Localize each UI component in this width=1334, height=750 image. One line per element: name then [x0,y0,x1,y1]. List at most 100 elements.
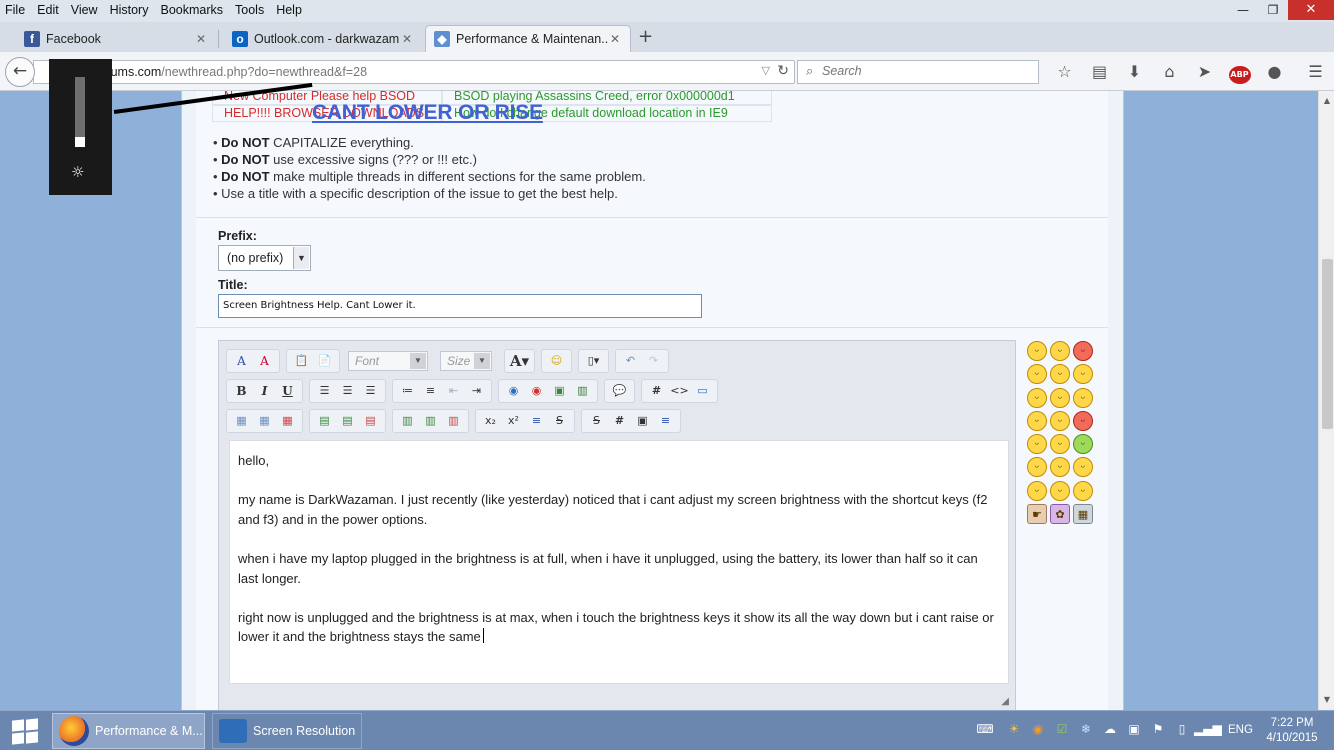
smilie-icon[interactable]: ᵕ [1027,457,1047,478]
smilie-icon[interactable]: ᵕ [1050,410,1070,431]
clock[interactable]: 7:22 PM 4/10/2015 [1262,716,1322,746]
strikethrough-icon[interactable]: S [548,411,571,431]
attachment-icon[interactable]: ▯▾ [582,351,605,371]
restore-button[interactable]: ❐ [1258,0,1288,20]
taskbar-item-screen-resolution[interactable]: Screen Resolution [212,713,362,749]
delete-table-icon[interactable]: ▦ [276,411,299,431]
thumbs-icon[interactable]: ☛ [1027,504,1047,525]
new-tab-button[interactable]: + [638,26,653,47]
weather-icon[interactable]: ☀ [1002,719,1026,739]
align-center-icon[interactable]: ☰ [336,381,359,401]
smilie-icon[interactable]: ᵕ [1027,364,1047,385]
superscript-icon[interactable]: x² [502,411,525,431]
text-color-icon[interactable]: A [253,351,276,371]
scroll-down-icon[interactable]: ▼ [1319,692,1334,708]
url-bar[interactable]: forums.com/newthread.php?do=newthread&f=… [33,60,795,84]
resize-handle-icon[interactable]: ◢ [1001,696,1009,707]
chat-icon[interactable]: ● [1257,61,1292,84]
italic-icon[interactable]: I [253,381,276,401]
align-left-icon[interactable]: ☰ [313,381,336,401]
close-tab-icon[interactable]: ✕ [194,32,208,46]
scroll-up-icon[interactable]: ▲ [1319,93,1334,109]
language-indicator[interactable]: ENG [1228,724,1253,736]
horizontal-rule-icon[interactable]: ≡ [525,411,548,431]
undo-icon[interactable]: ↶ [619,351,642,371]
smilie-icon[interactable]: ✿ [1050,504,1070,525]
close-tab-icon[interactable]: ✕ [608,32,622,46]
smilie-icon[interactable]: ᵕ [1050,364,1070,385]
home-icon[interactable]: ⌂ [1152,61,1187,84]
smilie-icon[interactable]: ᵕ [1050,434,1070,455]
smilie-icon[interactable]: ᵕ [1073,480,1093,501]
table-props-icon[interactable]: ▦ [253,411,276,431]
menu-tools[interactable]: Tools [229,0,270,22]
unlink-icon[interactable]: ◉ [525,381,548,401]
indent-icon[interactable]: ⇥ [465,381,488,401]
smilie-icon[interactable]: ᵕ [1027,387,1047,408]
outdent-icon[interactable]: ⇤ [442,381,465,401]
align-right-icon[interactable]: ☰ [359,381,382,401]
smilie-icon[interactable]: ᵕ [1073,387,1093,408]
hamburger-menu-icon[interactable]: ☰ [1298,61,1333,84]
keyboard-icon[interactable]: ⌨ [968,719,1002,739]
history-dropdown-icon[interactable]: ▽ [762,64,770,77]
font-color-icon[interactable]: A▾ [508,351,531,371]
title-input[interactable]: Screen Brightness Help. Cant Lower it. [218,294,702,318]
tab-performance[interactable]: ◆ Performance & Maintenan... ✕ [425,25,631,52]
smilie-icon[interactable]: ᵕ [1050,341,1070,361]
close-window-button[interactable]: ✕ [1288,0,1334,20]
smilie-icon[interactable]: ᵕ [1027,341,1047,361]
minimize-button[interactable]: — [1228,0,1258,20]
menu-bookmarks[interactable]: Bookmarks [154,0,229,22]
php-icon[interactable]: ▭ [691,381,714,401]
subscript-icon[interactable]: x₂ [479,411,502,431]
hash-icon[interactable]: # [645,381,668,401]
code-icon[interactable]: <> [668,381,691,401]
tab-facebook[interactable]: f Facebook ✕ [4,25,216,52]
prefix-select[interactable]: (no prefix) ▼ [218,245,311,271]
insert-col-right-icon[interactable]: ▥ [419,411,442,431]
wifi-icon[interactable]: ▂▄▆ [1194,719,1222,739]
taskbar-item-firefox[interactable]: Performance & M... [52,713,205,749]
insert-row-above-icon[interactable]: ▤ [313,411,336,431]
smilie-icon[interactable]: ᵕ [1050,457,1070,478]
battery-icon[interactable]: ▯ [1170,719,1194,739]
smilie-icon[interactable]: ᵕ [1050,387,1070,408]
image-icon[interactable]: ▣ [548,381,571,401]
search-bar[interactable]: ⌕ [797,60,1039,84]
smilie-icon[interactable]: ᵕ [1027,480,1047,501]
paste-icon[interactable]: 📋 [290,351,313,371]
snowflake-icon[interactable]: ❄ [1074,719,1098,739]
smilie-icon[interactable]: ᵕ [1073,457,1093,478]
network-icon[interactable]: ▣ [1122,719,1146,739]
menu-view[interactable]: View [65,0,104,22]
insert-row-below-icon[interactable]: ▤ [336,411,359,431]
smilie-icon[interactable]: ☺ [545,351,568,371]
table-icon[interactable]: ▦ [230,411,253,431]
cloud-icon[interactable]: ☁ [1098,719,1122,739]
size-select[interactable]: Size ▼ [440,351,492,371]
paste-text-icon[interactable]: 📄 [313,351,336,371]
menu-help[interactable]: Help [270,0,308,22]
remove-format-icon[interactable]: A [230,351,253,371]
delete-col-icon[interactable]: ▥ [442,411,465,431]
scroll-thumb[interactable] [1322,259,1333,429]
spoiler-icon[interactable]: ▣ [631,411,654,431]
checkmark-icon[interactable]: ☑ [1050,719,1074,739]
smilie-icon[interactable]: ᵕ [1027,434,1047,455]
send-icon[interactable]: ➤ [1187,61,1222,84]
start-button[interactable] [8,717,42,745]
smilie-icon[interactable]: ᵕ [1050,480,1070,501]
smilie-icon[interactable]: ᵕ [1073,341,1093,361]
menu-file[interactable]: File [0,0,31,22]
url-text[interactable]: forums.com/newthread.php?do=newthread&f=… [96,65,367,79]
redo-icon[interactable]: ↷ [642,351,665,371]
message-textarea[interactable]: hello, my name is DarkWazaman. I just re… [229,440,1009,684]
chevron-down-icon[interactable]: ▼ [293,247,309,269]
numbered-list-icon[interactable]: ≔ [396,381,419,401]
norton-icon[interactable]: ◉ [1026,719,1050,739]
page-scrollbar[interactable]: ▲ ▼ [1318,91,1334,710]
menu-history[interactable]: History [104,0,155,22]
delete-row-icon[interactable]: ▤ [359,411,382,431]
adblock-icon[interactable]: ABP [1222,61,1257,84]
